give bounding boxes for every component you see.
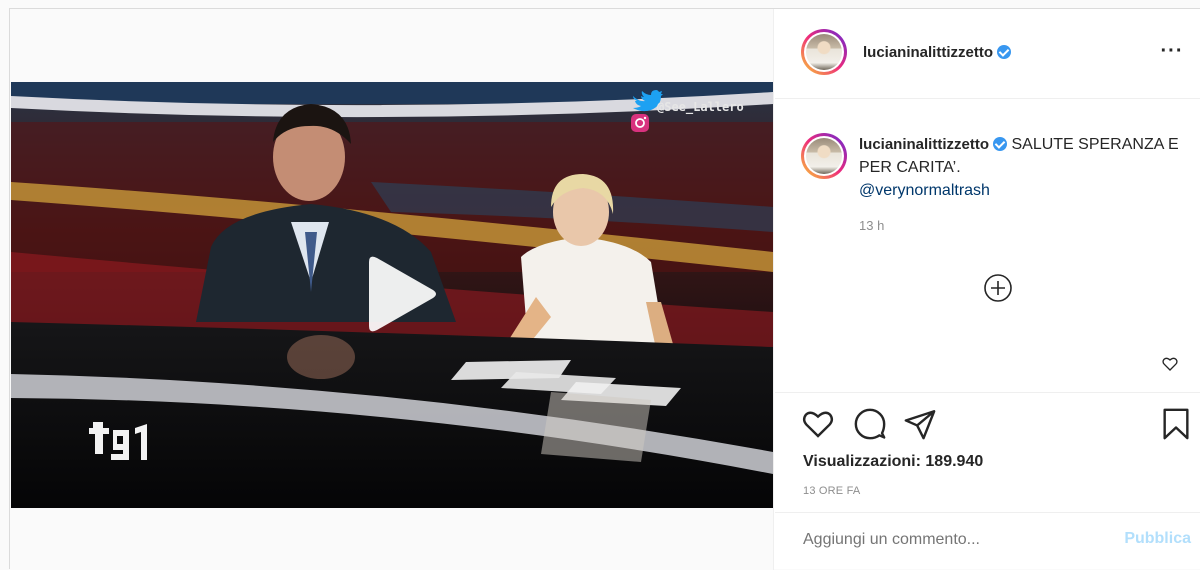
media-panel: @See_Lallero [10, 9, 774, 570]
post-sidebar: lucianinalittizzetto ··· lucianinalittiz… [775, 9, 1200, 570]
publish-button[interactable]: Pubblica [1124, 530, 1191, 548]
comment-form: Pubblica [775, 512, 1200, 570]
play-button[interactable] [359, 254, 439, 334]
play-icon [369, 256, 436, 332]
comment-time[interactable]: 13 h [859, 218, 884, 233]
post-timestamp[interactable]: 13 ORE FA [803, 485, 860, 497]
save-icon[interactable] [1159, 407, 1193, 441]
more-options-icon[interactable]: ··· [1157, 39, 1187, 69]
caption: lucianinalittizzetto SALUTE SPERANZA E P… [859, 133, 1179, 202]
post-header: lucianinalittizzetto ··· [775, 9, 1200, 99]
comments-area: lucianinalittizzetto SALUTE SPERANZA E P… [775, 100, 1200, 392]
verified-icon [993, 137, 1008, 151]
video-player[interactable]: @See_Lallero [11, 82, 773, 508]
share-icon[interactable] [903, 407, 937, 441]
load-more-comments-icon[interactable] [983, 273, 1013, 303]
views-number: 189.940 [925, 453, 984, 470]
verified-icon [997, 45, 1012, 59]
avatar[interactable] [801, 29, 847, 75]
caption-avatar[interactable] [801, 133, 847, 179]
actions-section: Visualizzazioni: 189.940 13 ORE FA [775, 392, 1200, 512]
views-label: Visualizzazioni: [803, 453, 921, 470]
post-frame: @See_Lallero lucianinalittizzetto ··· lu [9, 8, 1200, 570]
watermark-handle: @See_Lallero [657, 100, 744, 114]
comment-icon[interactable] [853, 407, 887, 441]
mention-link[interactable]: @verynormaltrash [859, 182, 990, 199]
instagram-icon [631, 114, 649, 132]
caption-username[interactable]: lucianinalittizzetto [859, 136, 989, 153]
header-username[interactable]: lucianinalittizzetto [863, 44, 1012, 61]
view-count[interactable]: Visualizzazioni: 189.940 [803, 453, 983, 471]
like-comment-icon[interactable] [1162, 356, 1178, 372]
comment-input[interactable] [803, 531, 1103, 549]
like-icon[interactable] [801, 407, 835, 441]
